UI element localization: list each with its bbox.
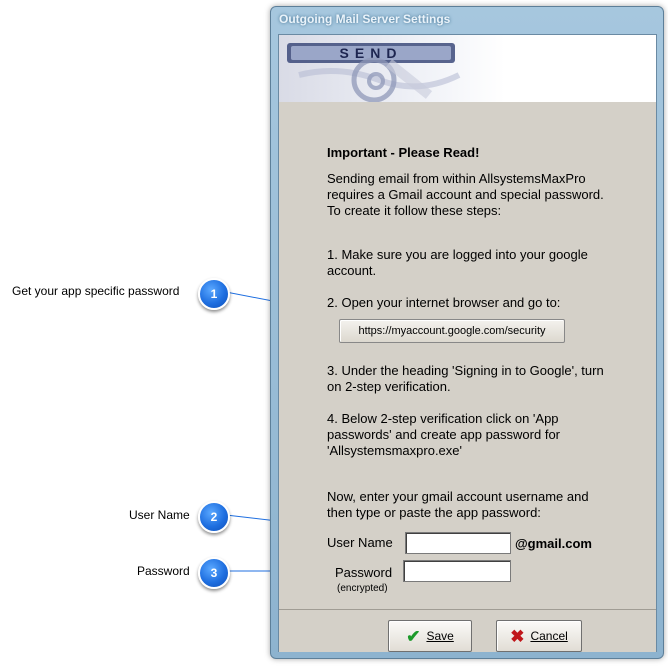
cancel-button-label: Cancel — [530, 629, 568, 643]
callout-text-app-password: Get your app specific password — [12, 284, 180, 298]
password-label: Password — [335, 565, 393, 580]
instructions-heading: Important - Please Read! — [327, 145, 480, 160]
step-1-text: 1. Make sure you are logged into your go… — [327, 247, 588, 278]
step-3-text: 3. Under the heading 'Signing in to Goog… — [327, 363, 604, 394]
instructions-continued: 3. Under the heading 'Signing in to Goog… — [327, 363, 617, 537]
google-security-url-button[interactable]: https://myaccount.google.com/security — [339, 319, 565, 343]
callout-badge-2: 2 — [198, 501, 230, 533]
cancel-x-icon: ✖ — [510, 626, 525, 646]
cancel-button[interactable]: ✖ Cancel — [496, 620, 582, 652]
save-button-label: Save — [426, 629, 454, 643]
gmail-domain-suffix: @gmail.com — [515, 536, 592, 551]
step-2-text: 2. Open your internet browser and go to: — [327, 295, 561, 310]
callout-badge-3: 3 — [198, 557, 230, 589]
send-banner-graphic: SEND — [287, 43, 461, 102]
callout-badge-1: 1 — [198, 278, 230, 310]
mail-settings-dialog: Outgoing Mail Server Settings SEND Impor… — [270, 6, 664, 659]
enter-credentials-text: Now, enter your gmail account username a… — [327, 489, 589, 520]
step-4-text: 4. Below 2-step verification click on 'A… — [327, 411, 560, 458]
intro-text: Sending email from within AllsystemsMaxP… — [327, 171, 604, 218]
callout-text-password: Password — [137, 564, 190, 578]
username-label: User Name — [327, 535, 393, 550]
password-input[interactable] — [403, 560, 511, 582]
save-button[interactable]: ✔ Save — [388, 620, 472, 652]
dialog-title: Outgoing Mail Server Settings — [279, 12, 451, 26]
dialog-client-area: SEND Important - Please Read! Sending em… — [278, 34, 657, 652]
username-input[interactable] — [405, 532, 511, 554]
checkmark-icon: ✔ — [406, 626, 421, 646]
instructions: Important - Please Read! Sending email f… — [327, 145, 617, 327]
password-encrypted-note: (encrypted) — [337, 583, 388, 594]
send-banner-image: SEND — [279, 35, 656, 102]
callout-text-user-name: User Name — [129, 508, 190, 522]
